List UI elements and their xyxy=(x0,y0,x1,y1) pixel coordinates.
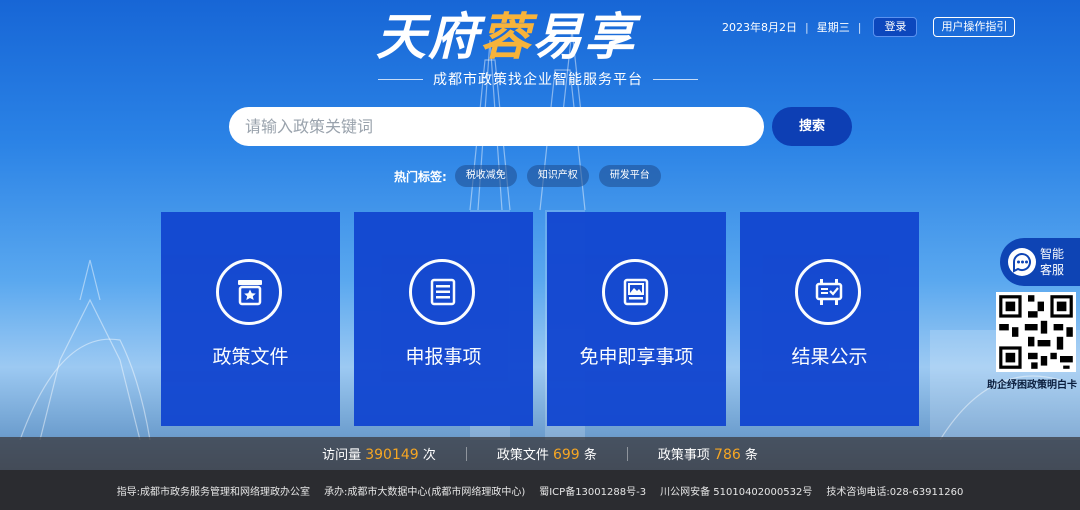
stat-value: 699 xyxy=(552,447,580,463)
user-guide-button[interactable]: 用户操作指引 xyxy=(933,17,1016,37)
footer-guide: 指导:成都市政务服务管理和网络理政办公室 xyxy=(116,486,311,498)
stat-value: 390149 xyxy=(365,447,419,463)
hot-tag[interactable]: 研发平台 xyxy=(598,165,661,187)
search-button[interactable]: 搜索 xyxy=(772,107,852,146)
stat-label: 政策事项 xyxy=(657,448,710,463)
qr-caption: 助企纾困政策明白卡 xyxy=(987,380,1077,391)
page-footer: 指导:成都市政务服务管理和网络理政办公室 承办:成都市大数据中心(成都市网络理政… xyxy=(0,470,1080,510)
slogan-line-left xyxy=(378,78,423,80)
footer-icp-link[interactable]: 蜀ICP备13001288号-3 xyxy=(539,483,646,498)
card-title: 申报事项 xyxy=(405,346,482,368)
footer-phone: 技术咨询电话:028-63911260 xyxy=(826,486,964,498)
stat-value: 786 xyxy=(714,447,741,463)
card-title: 免申即享事项 xyxy=(579,346,694,368)
qr-code-image[interactable] xyxy=(996,292,1076,372)
current-weekday: 星期三 xyxy=(816,21,850,34)
stat-label: 访问量 xyxy=(322,448,362,463)
hot-tags-label: 热门标签: xyxy=(394,169,447,184)
image-document-icon xyxy=(602,259,668,325)
separator: | xyxy=(857,20,862,34)
chat-bot-icon xyxy=(1008,248,1036,276)
top-bar: 2023年8月2日 | 星期三 | 登录 用户操作指引 xyxy=(722,16,1016,38)
login-button[interactable]: 登录 xyxy=(873,17,918,37)
card-exempt-items[interactable]: 免申即享事项 xyxy=(547,212,726,426)
hot-tag[interactable]: 知识产权 xyxy=(526,165,589,187)
stats-bar: 访问量 390149 次 政策文件 699 条 政策事项 786 条 xyxy=(0,437,1080,470)
footer-undertake: 承办:成都市大数据中心(成都市网络理政中心) xyxy=(324,486,526,498)
logo-text-1: 天府 xyxy=(376,8,480,66)
stat-policy-items: 政策事项 786 条 xyxy=(628,444,788,463)
stat-unit: 条 xyxy=(583,448,597,463)
card-title: 结果公示 xyxy=(791,346,868,368)
separator: | xyxy=(805,20,809,34)
policy-badge-icon xyxy=(216,259,282,325)
card-title: 政策文件 xyxy=(212,346,289,368)
stat-unit: 条 xyxy=(744,448,758,463)
hot-tags-row: 热门标签: 税收减免 知识产权 研发平台 xyxy=(394,165,671,187)
site-slogan: 成都市政策找企业智能服务平台 xyxy=(433,72,643,88)
smart-service-label: 智能客服 xyxy=(1040,247,1065,277)
stat-visits: 访问量 390149 次 xyxy=(292,444,466,463)
stat-policy-files: 政策文件 699 条 xyxy=(467,444,627,463)
stat-unit: 次 xyxy=(422,448,436,463)
current-date: 2023年8月2日 xyxy=(722,21,797,34)
search-input[interactable] xyxy=(229,107,764,146)
card-result-publicity[interactable]: 结果公示 xyxy=(740,212,919,426)
stat-label: 政策文件 xyxy=(496,448,549,463)
slogan-line-right xyxy=(653,78,698,80)
logo-text-3: 易享 xyxy=(532,8,636,66)
footer-police-link[interactable]: 川公网安备 51010402000532号 xyxy=(660,483,812,498)
card-policy-files[interactable]: 政策文件 xyxy=(161,212,340,426)
document-list-icon xyxy=(409,259,475,325)
card-declaration-items[interactable]: 申报事项 xyxy=(354,212,533,426)
smart-service-button[interactable]: 智能客服 xyxy=(1000,238,1080,286)
site-logo[interactable]: 天府蓉易享 xyxy=(376,6,706,68)
logo-text-2: 蓉 xyxy=(480,8,532,66)
slogan-row: 成都市政策找企业智能服务平台 xyxy=(378,68,698,90)
hot-tag[interactable]: 税收减免 xyxy=(454,165,517,187)
notice-board-icon xyxy=(795,259,861,325)
